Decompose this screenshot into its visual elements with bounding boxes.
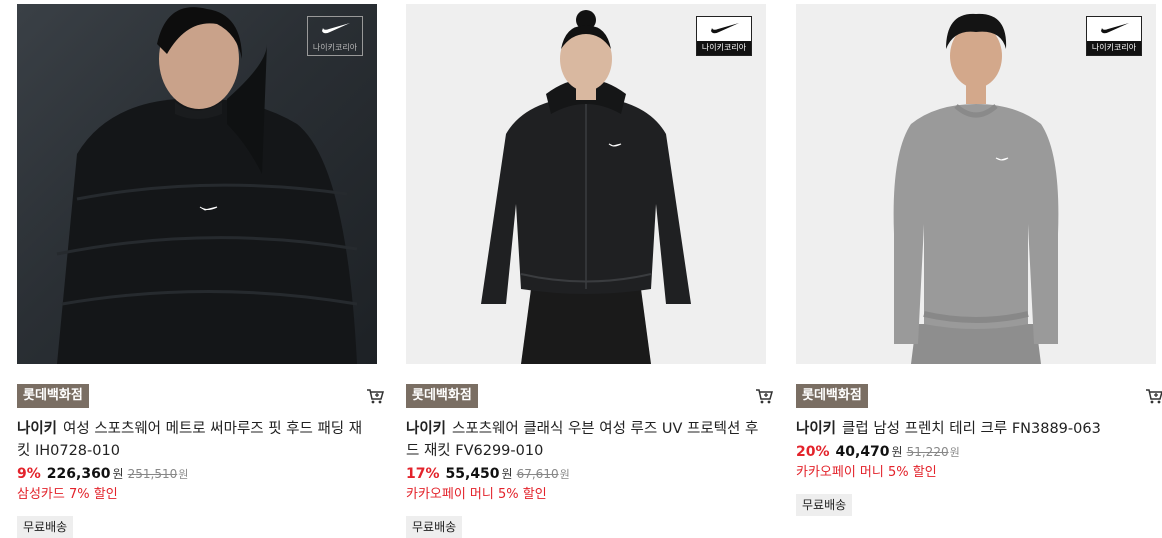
logo-label: 나이키코리아: [1087, 41, 1141, 55]
free-shipping-badge: 무료배송: [406, 516, 463, 538]
logo-label: 나이키코리아: [312, 43, 358, 52]
cart-icon[interactable]: [754, 386, 774, 406]
original-price: 51,220: [906, 445, 949, 459]
free-shipping-badge: 무료배송: [17, 516, 74, 538]
nike-swoosh-icon: [711, 23, 739, 34]
product-card[interactable]: 나이키코리아 롯데백화점 나이키 여성 스포츠웨어 메트로 써마루즈 핏 후드 패…: [17, 4, 384, 538]
brand-name: 나이키: [796, 421, 837, 437]
discount-rate: 9%: [17, 466, 41, 482]
discount-rate: 17%: [406, 466, 440, 482]
cart-icon[interactable]: [1144, 386, 1162, 406]
price-row: 17% 55,450 원 67,610원: [406, 464, 766, 485]
brand-logo-badge: 나이키코리아: [307, 16, 363, 56]
product-name: 클럽 남성 프렌치 테리 크루 FN3889-063: [842, 421, 1101, 437]
original-currency-unit: 원: [949, 446, 960, 459]
currency-unit: 원: [501, 467, 513, 481]
brand-logo-badge: 나이키코리아: [696, 16, 752, 56]
card-promo: 카카오페이 머니 5% 할인: [796, 465, 937, 480]
card-promo: 삼성카드 7% 할인: [17, 487, 118, 502]
product-image[interactable]: 나이키코리아: [796, 4, 1156, 364]
product-name: 여성 스포츠웨어 메트로 써마루즈 핏 후드 패딩 재킷 IH0728-010: [17, 421, 363, 459]
product-card[interactable]: 나이키코리아 롯데백화점 나이키 스포츠웨어 클래식 우븐 여성 루즈 UV 프로…: [406, 4, 773, 538]
sale-price: 40,470: [835, 444, 890, 460]
brand-logo-badge: 나이키코리아: [1086, 16, 1142, 56]
product-image[interactable]: 나이키코리아: [406, 4, 766, 364]
original-price: 251,510: [127, 467, 178, 481]
card-promo: 카카오페이 머니 5% 할인: [406, 487, 547, 502]
store-badge: 롯데백화점: [17, 384, 89, 408]
currency-unit: 원: [891, 445, 903, 459]
brand-name: 나이키: [17, 421, 58, 437]
sale-price: 226,360: [46, 466, 111, 482]
product-name: 스포츠웨어 클래식 우븐 여성 루즈 UV 프로텍션 후드 재킷 FV6299-…: [406, 421, 759, 459]
product-image[interactable]: 나이키코리아: [17, 4, 377, 364]
product-grid: 나이키코리아 롯데백화점 나이키 여성 스포츠웨어 메트로 써마루즈 핏 후드 패…: [0, 0, 1162, 538]
product-card[interactable]: 나이키코리아 롯데백화점 나이키 클럽 남성 프렌치 테리 크루 FN3889-0…: [796, 4, 1162, 516]
product-title[interactable]: 나이키 여성 스포츠웨어 메트로 써마루즈 핏 후드 패딩 재킷 IH0728-0…: [17, 418, 373, 462]
price-row: 20% 40,470 원 51,220원: [796, 442, 1156, 463]
discount-rate: 20%: [796, 444, 830, 460]
price-row: 9% 226,360 원 251,510원: [17, 464, 377, 485]
store-badge: 롯데백화점: [406, 384, 478, 408]
product-title[interactable]: 나이키 스포츠웨어 클래식 우븐 여성 루즈 UV 프로텍션 후드 재킷 FV62…: [406, 418, 762, 462]
store-badge: 롯데백화점: [796, 384, 868, 408]
product-title[interactable]: 나이키 클럽 남성 프렌치 테리 크루 FN3889-063: [796, 418, 1152, 440]
original-currency-unit: 원: [178, 468, 189, 481]
currency-unit: 원: [112, 467, 124, 481]
logo-label: 나이키코리아: [697, 41, 751, 55]
free-shipping-badge: 무료배송: [796, 494, 853, 516]
original-price: 67,610: [516, 467, 559, 481]
sale-price: 55,450: [445, 466, 500, 482]
original-currency-unit: 원: [559, 468, 570, 481]
nike-swoosh-icon: [1101, 23, 1129, 34]
brand-name: 나이키: [406, 421, 447, 437]
nike-swoosh-icon: [322, 23, 350, 34]
cart-icon[interactable]: [365, 386, 385, 406]
